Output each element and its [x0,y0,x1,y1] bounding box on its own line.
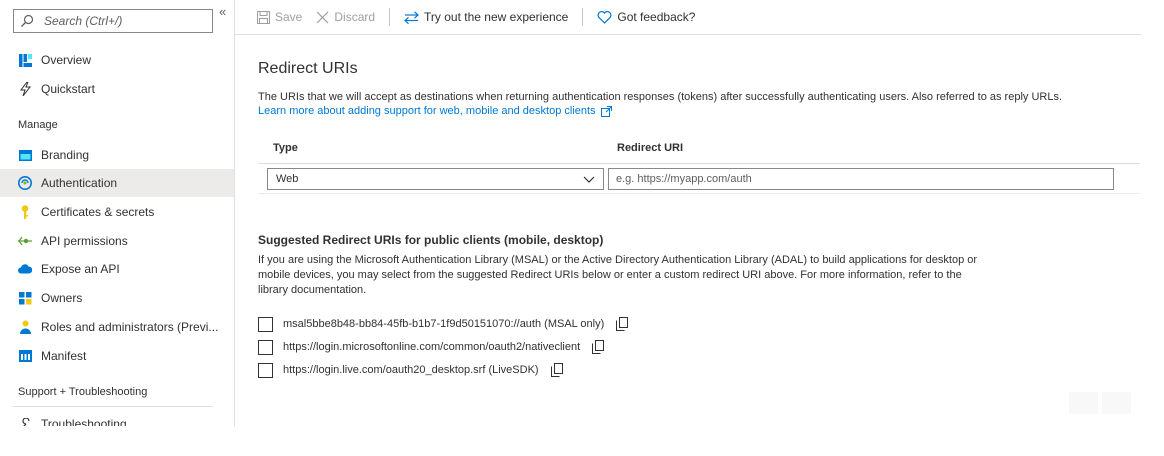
toolbar-separator [389,8,391,26]
search-icon [21,14,34,27]
sidebar-item-expose-an-api[interactable]: Expose an API [0,255,234,283]
feedback-button[interactable]: Got feedback? [597,10,695,24]
api-permissions-icon [18,234,32,248]
redirect-uris-description: The URIs that we will accept as destinat… [258,91,1063,103]
faint-corner-buttons [1069,392,1131,414]
save-button[interactable]: Save [257,10,302,24]
column-header-type: Type [273,142,298,154]
suggested-uri-row: msal5bbe8b48-bb84-45fb-b1b7-1f9d50151070… [258,315,629,333]
learn-more-link-text: Learn more about adding support for web,… [258,105,596,117]
close-icon [316,11,329,23]
redirect-uri-input[interactable] [608,168,1114,190]
sidebar-item-label: Certificates & secrets [41,205,155,219]
collapse-sidebar-button[interactable]: « [219,4,226,19]
faint-button [1102,392,1131,414]
try-new-experience-button[interactable]: Try out the new experience [404,10,568,24]
sidebar-item-roles-administrators[interactable]: Roles and administrators (Previ... [0,313,234,341]
redirect-grid-header: Type Redirect URI [258,135,1140,164]
sidebar-item-label: Manifest [41,349,87,363]
feedback-label: Got feedback? [617,10,696,24]
owners-icon [18,291,32,305]
suggested-uri-row: https://login.live.com/oauth20_desktop.s… [258,361,563,379]
sidebar-item-label: Authentication [41,176,118,190]
section-support-troubleshooting: Support + Troubleshooting [18,386,148,398]
sidebar-item-label: Owners [41,291,83,305]
suggested-uri-label: https://login.live.com/oauth20_desktop.s… [283,364,539,376]
suggested-uris-title: Suggested Redirect URIs for public clien… [258,233,604,247]
branding-icon [18,148,32,162]
suggested-uri-row: https://login.microsoftonline.com/common… [258,338,605,356]
suggested-uri-checkbox[interactable] [258,339,273,355]
sidebar-item-authentication[interactable]: Authentication [0,169,234,197]
cloud-icon [18,262,32,276]
section-manage: Manage [18,119,58,131]
authentication-icon [18,176,32,190]
discard-label: Discard [334,10,376,24]
sidebar-item-quickstart[interactable]: Quickstart [0,75,234,103]
sidebar-item-troubleshooting[interactable]: Troubleshooting [0,410,234,426]
wrench-icon [18,417,32,426]
suggested-uri-label: https://login.microsoftonline.com/common… [283,341,581,353]
key-icon [18,205,32,219]
sidebar-item-label: Quickstart [41,82,96,96]
sidebar-divider [13,406,213,407]
faint-button [1069,392,1098,414]
roles-icon [18,320,32,334]
sidebar-item-branding[interactable]: Branding [0,141,234,169]
redirect-grid-row: Web [258,164,1140,194]
discard-button[interactable]: Discard [316,10,375,24]
sidebar-item-label: Overview [41,53,92,67]
save-label: Save [275,10,303,24]
copy-icon[interactable] [550,363,563,377]
toolbar-separator [582,8,584,26]
column-header-redirect-uri: Redirect URI [617,142,684,154]
sidebar-item-label: Troubleshooting [41,417,127,426]
sidebar-item-overview[interactable]: Overview [0,46,234,74]
sidebar-item-owners[interactable]: Owners [0,284,234,312]
copy-icon[interactable] [616,317,629,331]
save-icon [257,10,270,24]
overview-grid-icon [18,53,32,67]
sidebar-item-label: Branding [41,148,90,162]
suggested-uri-label: msal5bbe8b48-bb84-45fb-b1b7-1f9d50151070… [283,318,605,330]
command-bar: Save Discard Try out the new experience … [235,0,1141,35]
chevron-down-icon [583,176,595,183]
try-new-experience-label: Try out the new experience [424,10,569,24]
type-dropdown[interactable]: Web [267,168,604,190]
sidebar-item-label: Expose an API [41,262,120,276]
sidebar-item-api-permissions[interactable]: API permissions [0,227,234,255]
copy-icon[interactable] [592,340,605,354]
external-link-icon [600,105,612,117]
search-box[interactable] [13,9,213,33]
suggested-uri-checkbox[interactable] [258,362,273,378]
heart-icon [597,10,612,24]
type-dropdown-value: Web [276,173,299,185]
sidebar-item-label: Roles and administrators (Previ... [41,320,219,334]
suggested-uri-checkbox[interactable] [258,316,273,332]
switch-arrows-icon [404,10,419,24]
manifest-icon [18,349,32,363]
sidebar-item-label: API permissions [41,234,128,248]
page-title: Redirect URIs [258,60,358,77]
sidebar: « Overview Quickstart Manage [0,0,235,426]
sidebar-item-certificates-secrets[interactable]: Certificates & secrets [0,198,234,226]
search-input[interactable] [44,14,204,28]
suggested-uris-description: If you are using the Microsoft Authentic… [258,254,978,296]
learn-more-link[interactable]: Learn more about adding support for web,… [258,105,612,117]
sidebar-item-manifest[interactable]: Manifest [0,342,234,370]
quickstart-bolt-icon [18,82,32,96]
